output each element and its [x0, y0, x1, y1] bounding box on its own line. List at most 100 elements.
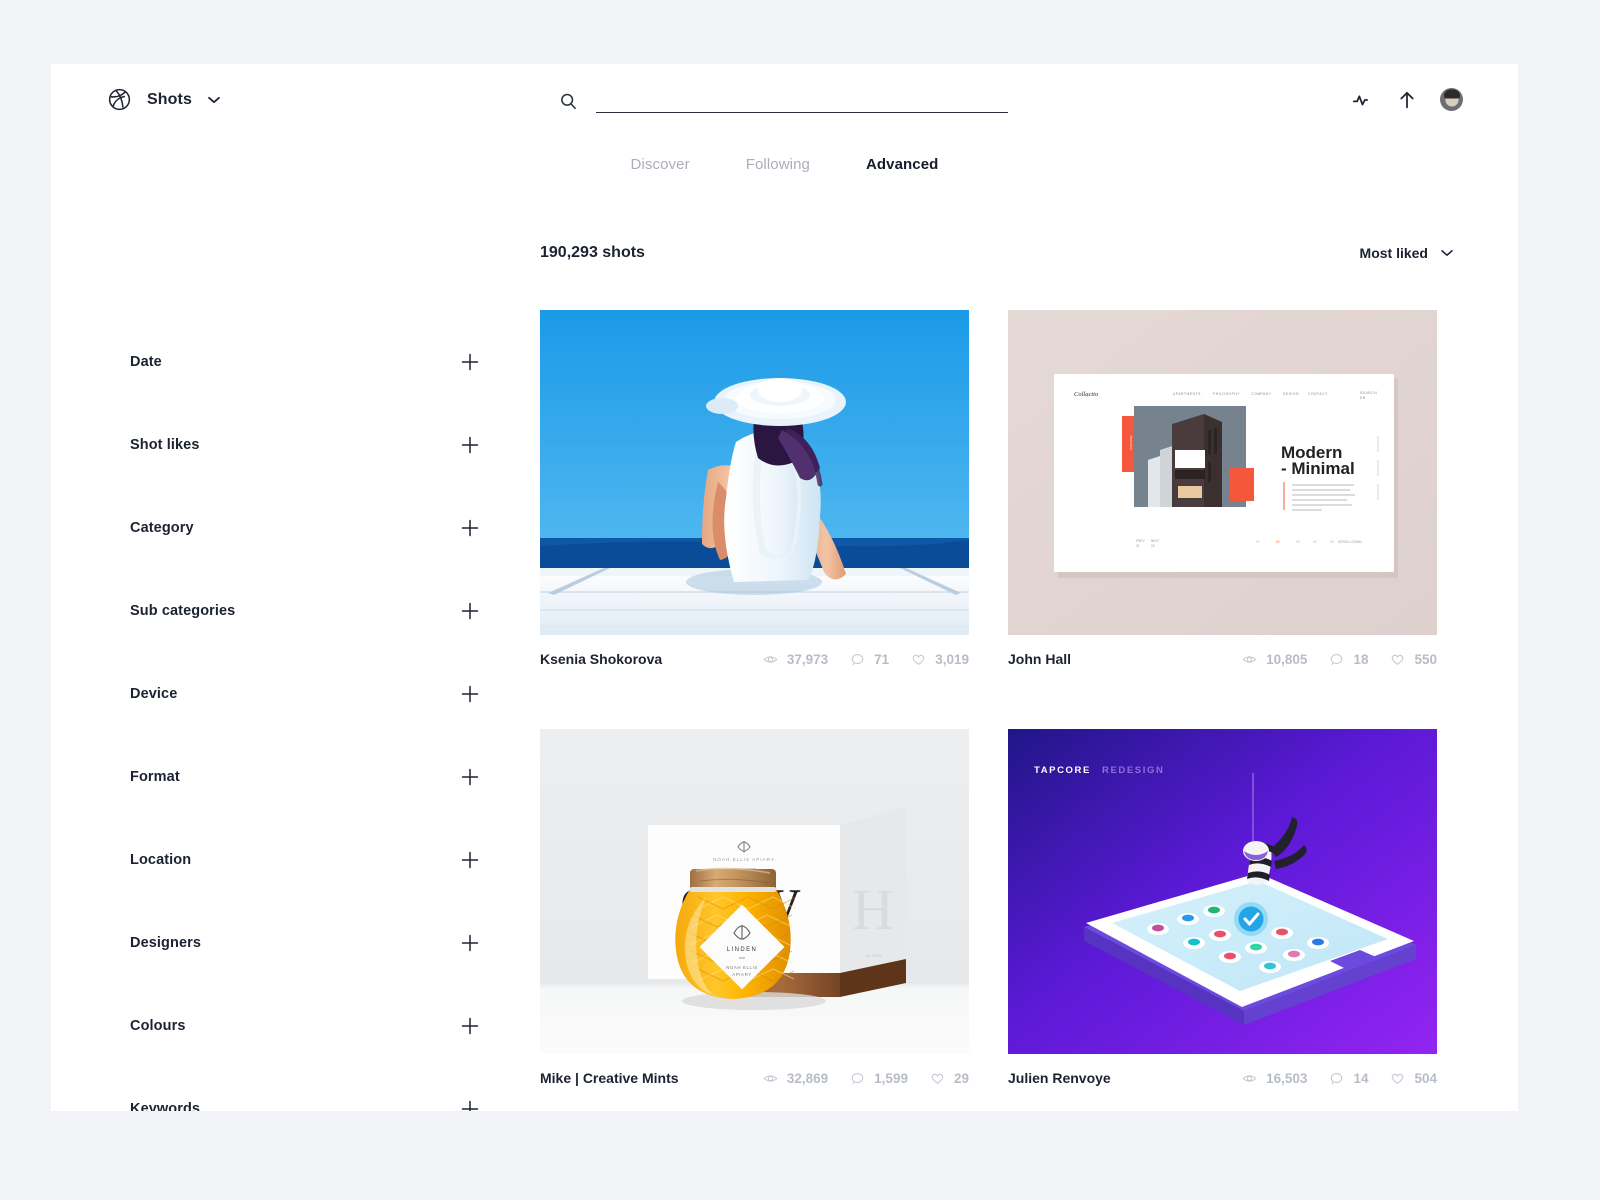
filter-label: Format — [130, 768, 180, 785]
plus-icon[interactable] — [460, 518, 480, 538]
shot-meta: Mike | Creative Mints 32,869 1,599 29 — [540, 1070, 969, 1086]
stat-comments-value: 1,599 — [874, 1070, 908, 1086]
heart-icon — [911, 652, 926, 667]
eye-icon — [763, 1071, 778, 1086]
search-bar — [559, 90, 1008, 113]
nav-tabs: Discover Following Advanced — [51, 156, 1518, 173]
stat-comments: 1,599 — [850, 1071, 908, 1086]
filter-label: Category — [130, 519, 194, 536]
tab-discover[interactable]: Discover — [631, 156, 690, 173]
stat-views: 16,503 — [1242, 1071, 1307, 1086]
heart-icon — [1390, 652, 1405, 667]
search-icon[interactable] — [559, 92, 578, 111]
filter-row-keywords[interactable]: Keywords — [130, 1067, 480, 1111]
shot-author[interactable]: John Hall — [1008, 651, 1071, 667]
plus-icon[interactable] — [460, 435, 480, 455]
svg-text:03: 03 — [1151, 544, 1155, 548]
results-bar: 190,293 shots Most liked — [540, 244, 1453, 262]
stat-comments: 71 — [850, 652, 889, 667]
filter-label: Designers — [130, 934, 202, 951]
eye-icon — [763, 652, 778, 667]
comment-bubble-icon — [850, 1071, 865, 1086]
filter-row-location[interactable]: Location — [130, 818, 480, 901]
shot-stats: 10,805 18 550 — [1242, 652, 1437, 667]
plus-icon[interactable] — [460, 352, 480, 372]
chevron-down-icon — [1441, 249, 1453, 257]
heart-icon — [1390, 1071, 1405, 1086]
avatar[interactable] — [1440, 88, 1463, 111]
svg-text:03: 03 — [1296, 540, 1300, 544]
svg-text:H: H — [852, 877, 894, 942]
tab-advanced[interactable]: Advanced — [866, 156, 939, 173]
avatar-hair — [1443, 89, 1460, 99]
svg-text:APARTMENTS: APARTMENTS — [1173, 392, 1201, 396]
shot-stats: 32,869 1,599 29 — [763, 1071, 969, 1086]
filter-label: Device — [130, 685, 178, 702]
tapcore-title: TAPCORE — [1034, 765, 1091, 776]
shot-author[interactable]: Ksenia Shokorova — [540, 651, 662, 667]
svg-text:Collactio: Collactio — [1074, 391, 1099, 398]
svg-text:01: 01 — [1136, 544, 1140, 548]
stat-comments-value: 14 — [1353, 1070, 1369, 1086]
search-input[interactable] — [596, 90, 1008, 113]
arrow-up-icon[interactable] — [1396, 89, 1418, 111]
shot-thumbnail-honey-packaging[interactable]: oney NOAH ELLIS APIARY BLOSSOM HONEY LIN… — [540, 729, 969, 1054]
activity-pulse-icon[interactable] — [1352, 89, 1374, 111]
shot-card: oney NOAH ELLIS APIARY BLOSSOM HONEY LIN… — [540, 729, 969, 1086]
shot-stats: 37,973 71 3,019 — [763, 652, 969, 667]
shot-card: TAPCORE REDESIGN Julien Renvoye 16,503 1… — [1008, 729, 1437, 1086]
honey-label-sub: NOAH ELLIS — [726, 965, 758, 970]
stat-likes-value: 550 — [1414, 651, 1437, 667]
filter-row-format[interactable]: Format — [130, 735, 480, 818]
sort-dropdown[interactable]: Most liked — [1360, 245, 1453, 261]
plus-icon[interactable] — [460, 1099, 480, 1111]
filter-row-date[interactable]: Date — [130, 320, 480, 403]
plus-icon[interactable] — [460, 767, 480, 787]
plus-icon[interactable] — [460, 933, 480, 953]
shot-thumbnail-tapcore-isometric-tablet[interactable]: TAPCORE REDESIGN — [1008, 729, 1437, 1054]
filter-row-designers[interactable]: Designers — [130, 901, 480, 984]
svg-text:EN: EN — [1360, 396, 1366, 400]
shot-thumbnail-modern-minimal-web-mockup[interactable]: Collactio APARTMENTS PHILOSOPHY COMPANY … — [1008, 310, 1437, 635]
plus-icon[interactable] — [460, 601, 480, 621]
filter-row-sub-categories[interactable]: Sub categories — [130, 569, 480, 652]
svg-text:COMPANY: COMPANY — [1251, 392, 1272, 396]
stat-views: 32,869 — [763, 1071, 828, 1086]
stat-views-value: 37,973 — [786, 651, 829, 667]
svg-text:04: 04 — [1313, 540, 1317, 544]
filter-row-colours[interactable]: Colours — [130, 984, 480, 1067]
filter-label: Keywords — [130, 1100, 201, 1112]
filter-row-category[interactable]: Category — [130, 486, 480, 569]
stat-likes-value: 3,019 — [935, 651, 969, 667]
stat-views-value: 32,869 — [786, 1070, 829, 1086]
results-count: 190,293 shots — [540, 244, 645, 261]
plus-icon[interactable] — [460, 684, 480, 704]
svg-text:02: 02 — [1276, 540, 1280, 544]
stat-views-value: 16,503 — [1266, 1070, 1308, 1086]
shot-meta: Ksenia Shokorova 37,973 71 3,019 — [540, 651, 969, 667]
svg-text:PREV: PREV — [1136, 539, 1146, 543]
shot-grid: Ksenia Shokorova 37,973 71 3,019 Collact… — [540, 310, 1453, 1086]
filter-row-shot-likes[interactable]: Shot likes — [130, 403, 480, 486]
plus-icon[interactable] — [460, 1016, 480, 1036]
filter-row-device[interactable]: Device — [130, 652, 480, 735]
brand-dropdown[interactable]: Shots — [108, 88, 220, 111]
svg-text:PHILOSOPHY: PHILOSOPHY — [1213, 392, 1240, 396]
mockup-heading-line2: - Minimal — [1281, 459, 1355, 478]
svg-text:SCROLL DOWN: SCROLL DOWN — [1338, 540, 1362, 544]
shot-author[interactable]: Mike | Creative Mints — [540, 1070, 679, 1086]
tab-following[interactable]: Following — [746, 156, 810, 173]
heart-icon — [930, 1071, 945, 1086]
filter-label: Date — [130, 353, 162, 370]
plus-icon[interactable] — [460, 850, 480, 870]
sort-label: Most liked — [1359, 245, 1428, 261]
shot-meta: Julien Renvoye 16,503 14 504 — [1008, 1070, 1437, 1086]
chevron-down-icon[interactable] — [208, 96, 220, 104]
shot-author[interactable]: Julien Renvoye — [1008, 1070, 1111, 1086]
comment-bubble-icon — [1329, 1071, 1344, 1086]
shot-thumbnail-beach-illustration[interactable] — [540, 310, 969, 635]
honey-label-brand: LINDEN — [727, 947, 757, 953]
svg-text:APIARY: APIARY — [732, 972, 752, 977]
svg-text:05: 05 — [1330, 540, 1334, 544]
stat-likes: 504 — [1390, 1071, 1437, 1086]
